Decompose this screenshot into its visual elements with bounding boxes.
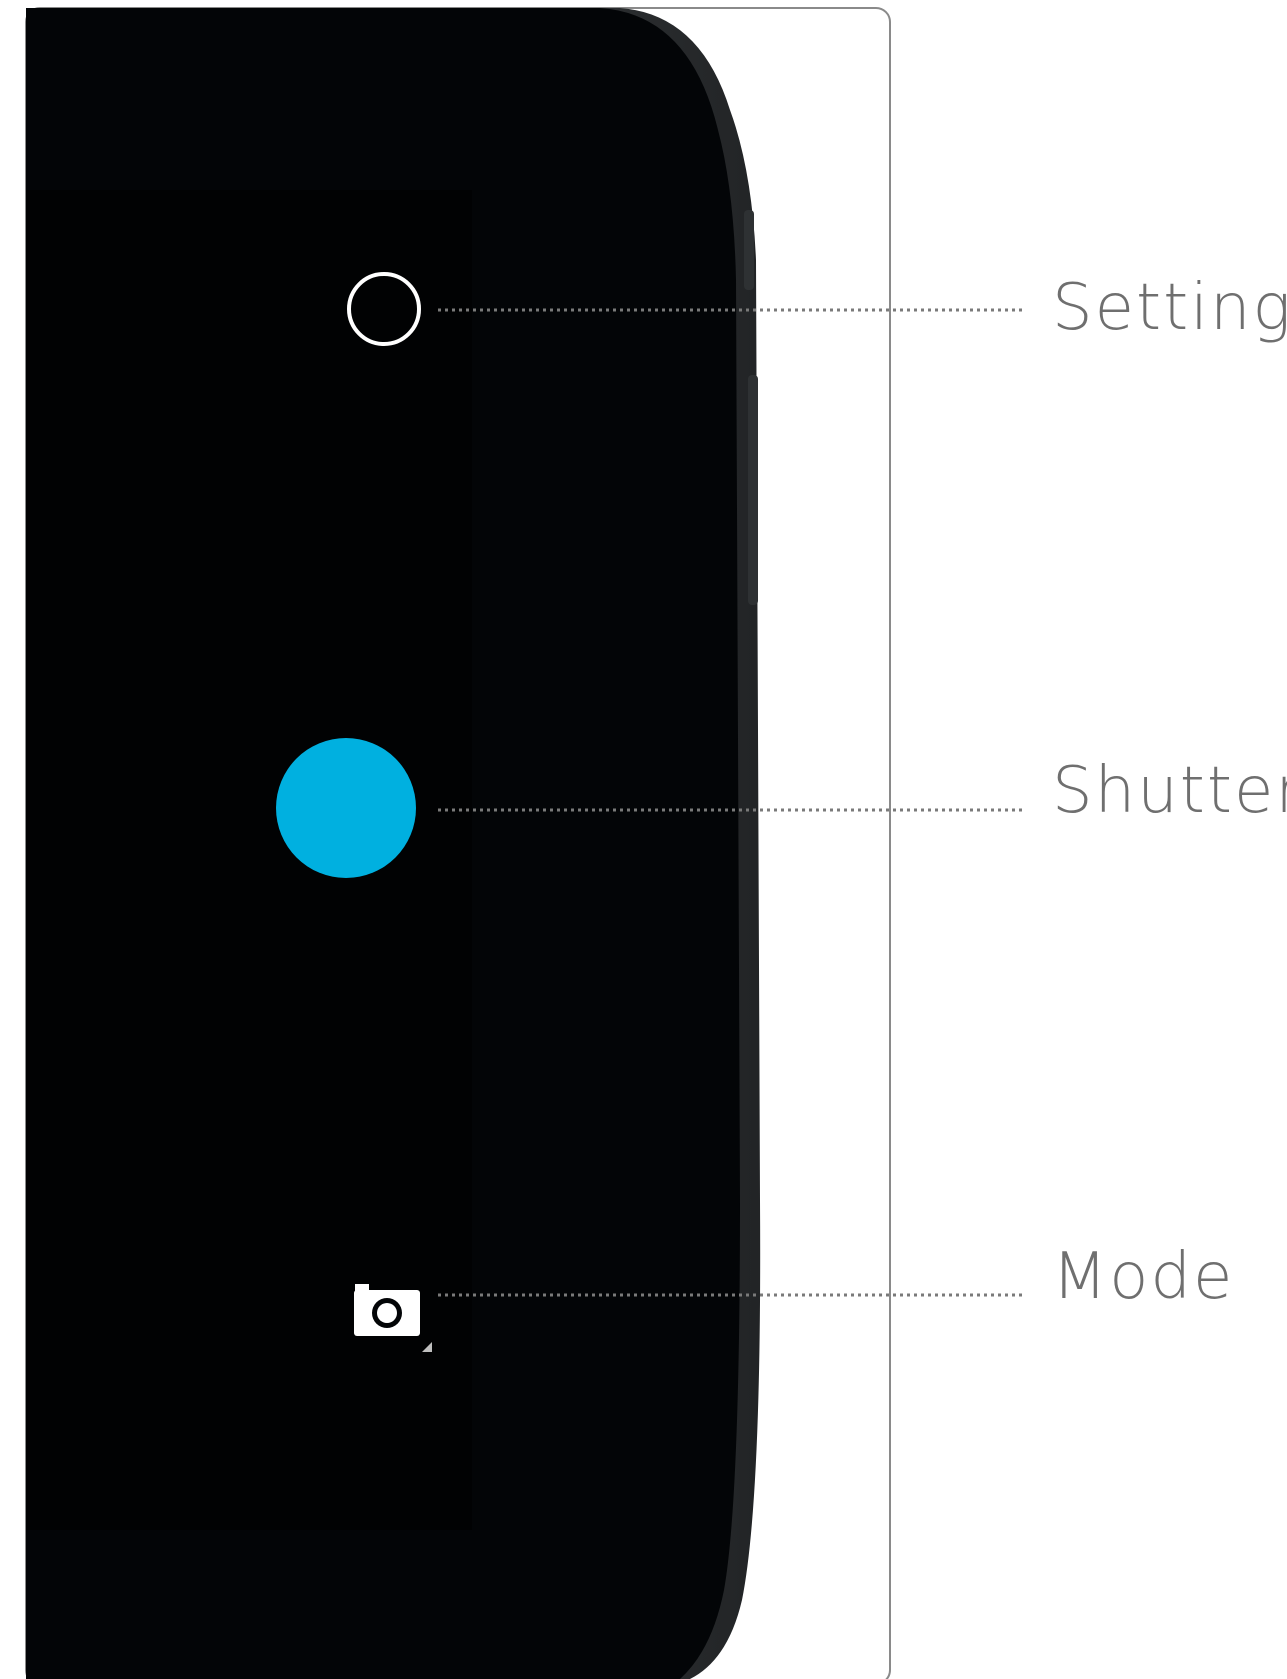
- shutter-label: Shutter: [1052, 754, 1287, 828]
- shutter-button[interactable]: [276, 738, 416, 878]
- side-button-middle: [748, 375, 758, 605]
- device-illustration: [25, 7, 1025, 1679]
- mode-label: Mode: [1052, 1240, 1235, 1314]
- settings-label: Settings: [1052, 271, 1287, 345]
- side-button-top: [744, 210, 754, 290]
